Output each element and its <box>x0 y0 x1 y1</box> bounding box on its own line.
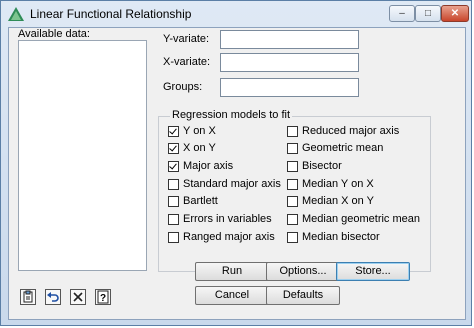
checkbox-label: Reduced major axis <box>302 125 400 137</box>
checkbox-box[interactable] <box>168 231 179 243</box>
major-axis-checkbox[interactable]: Major axis <box>168 160 233 172</box>
y-variate-label: Y-variate: <box>163 33 210 45</box>
run-button[interactable]: Run <box>195 262 269 281</box>
title-bar: Linear Functional Relationship – □ ✕ <box>1 1 471 27</box>
checkbox-label: Median X on Y <box>302 195 374 207</box>
maximize-button[interactable]: □ <box>415 5 441 22</box>
checkbox-box[interactable] <box>168 178 179 190</box>
available-data-label: Available data: <box>18 28 90 40</box>
svg-text:?: ? <box>100 293 106 304</box>
checkbox-box[interactable] <box>168 160 179 172</box>
clear-icon[interactable] <box>70 289 86 305</box>
median-x-on-y-checkbox[interactable]: Median X on Y <box>287 195 374 207</box>
checkbox-box[interactable] <box>287 213 298 225</box>
checkbox-label: Geometric mean <box>302 142 384 154</box>
app-logo-icon <box>8 7 24 21</box>
groups-label: Groups: <box>163 81 203 93</box>
checkbox-box[interactable] <box>287 142 298 154</box>
groups-input[interactable] <box>220 78 359 97</box>
x-variate-input[interactable] <box>220 53 359 72</box>
minimize-button[interactable]: – <box>389 5 415 22</box>
checkbox-label: Median bisector <box>302 231 380 243</box>
clipboard-icon[interactable] <box>20 289 36 305</box>
median-geometric-mean-checkbox[interactable]: Median geometric mean <box>287 213 420 225</box>
checkbox-label: Standard major axis <box>183 178 281 190</box>
checkbox-label: Median geometric mean <box>302 213 421 225</box>
checkbox-label: X on Y <box>183 142 216 154</box>
undo-icon[interactable] <box>45 289 61 305</box>
checkbox-box[interactable] <box>168 125 179 137</box>
checkbox-box[interactable] <box>287 125 298 137</box>
checkbox-label: Major axis <box>183 160 234 172</box>
checkbox-box[interactable] <box>168 142 179 154</box>
bisector-checkbox[interactable]: Bisector <box>287 160 342 172</box>
defaults-button[interactable]: Defaults <box>266 286 340 305</box>
checkbox-box[interactable] <box>287 178 298 190</box>
reduced-major-axis-checkbox[interactable]: Reduced major axis <box>287 125 399 137</box>
window-title: Linear Functional Relationship <box>30 7 192 21</box>
checkbox-label: Bisector <box>302 160 342 172</box>
store-button[interactable]: Store... <box>336 262 410 281</box>
errors-in-variables-checkbox[interactable]: Errors in variables <box>168 213 272 225</box>
x-on-y-checkbox[interactable]: X on Y <box>168 142 216 154</box>
ranged-major-axis-checkbox[interactable]: Ranged major axis <box>168 231 275 243</box>
standard-major-axis-checkbox[interactable]: Standard major axis <box>168 178 281 190</box>
checkbox-label: Median Y on X <box>302 178 374 190</box>
median-y-on-x-checkbox[interactable]: Median Y on X <box>287 178 374 190</box>
bartlett-checkbox[interactable]: Bartlett <box>168 195 218 207</box>
y-variate-input[interactable] <box>220 30 359 49</box>
options-button[interactable]: Options... <box>266 262 340 281</box>
checkbox-label: Ranged major axis <box>183 231 275 243</box>
cancel-button[interactable]: Cancel <box>195 286 269 305</box>
dialog-body: Available data: Y-variate: X-variate: Gr… <box>8 27 466 320</box>
checkbox-box[interactable] <box>168 213 179 225</box>
regression-models-group <box>158 116 431 272</box>
y-on-x-checkbox[interactable]: Y on X <box>168 125 216 137</box>
checkbox-label: Bartlett <box>183 195 218 207</box>
available-data-list[interactable] <box>18 40 147 271</box>
close-button[interactable]: ✕ <box>441 5 469 22</box>
median-bisector-checkbox[interactable]: Median bisector <box>287 231 380 243</box>
x-variate-label: X-variate: <box>163 56 211 68</box>
dialog-window: Linear Functional Relationship – □ ✕ Ava… <box>0 0 472 326</box>
checkbox-box[interactable] <box>287 231 298 243</box>
checkbox-box[interactable] <box>168 195 179 207</box>
geometric-mean-checkbox[interactable]: Geometric mean <box>287 142 383 154</box>
checkbox-label: Errors in variables <box>183 213 272 225</box>
help-icon[interactable]: ? <box>95 289 111 305</box>
regression-models-title: Regression models to fit <box>170 109 292 121</box>
checkbox-label: Y on X <box>183 125 216 137</box>
checkbox-box[interactable] <box>287 195 298 207</box>
checkbox-box[interactable] <box>287 160 298 172</box>
